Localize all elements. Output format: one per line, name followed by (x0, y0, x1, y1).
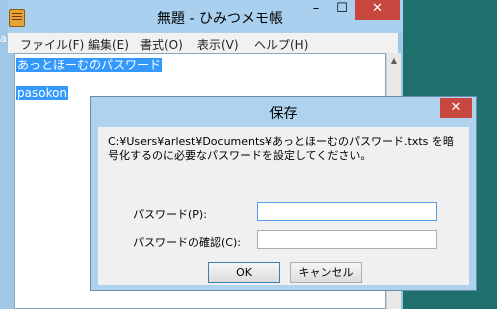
notepad-titlebar[interactable]: 無題 - ひみつメモ帳 – ☐ ✕ (0, 0, 403, 33)
menu-view[interactable]: 表示(V) (197, 36, 239, 53)
dialog-close-button[interactable]: ✕ (440, 98, 472, 118)
dialog-message: C:¥Users¥arlest¥Documents¥あっとほーむのパスワード.t… (108, 135, 454, 162)
menu-file[interactable]: ファイル(F) (20, 36, 84, 53)
close-button[interactable]: ✕ (355, 0, 400, 20)
menu-bar: ファイル(F) 編集(E) 書式(O) 表示(V) ヘルプ(H) (8, 33, 398, 53)
save-dialog: 保存 ✕ C:¥Users¥arlest¥Documents¥あっとほーむのパス… (90, 96, 477, 291)
menu-edit[interactable]: 編集(E) (88, 36, 129, 53)
cancel-button[interactable]: キャンセル (290, 262, 362, 283)
password-label: パスワード(P): (133, 208, 207, 221)
dialog-body: C:¥Users¥arlest¥Documents¥あっとほーむのパスワード.t… (98, 127, 469, 285)
background-text: a (0, 32, 7, 45)
selected-text-line-1[interactable]: あっとほーむのパスワード (16, 58, 163, 72)
notepad-app-icon[interactable] (9, 9, 25, 27)
dialog-title: 保存 (269, 106, 298, 122)
scroll-up-arrow-icon[interactable]: ▲ (387, 53, 401, 68)
minimize-button[interactable]: – (303, 0, 329, 20)
maximize-button[interactable]: ☐ (329, 0, 355, 20)
confirm-password-label: パスワードの確認(C): (133, 236, 241, 249)
left-window-edge (0, 0, 8, 309)
confirm-password-field[interactable] (257, 230, 437, 249)
password-field[interactable] (257, 202, 437, 221)
ok-button[interactable]: OK (208, 262, 280, 283)
menu-format[interactable]: 書式(O) (140, 36, 183, 53)
menu-help[interactable]: ヘルプ(H) (254, 36, 308, 53)
selected-text-line-2[interactable]: pasokon (16, 86, 69, 100)
